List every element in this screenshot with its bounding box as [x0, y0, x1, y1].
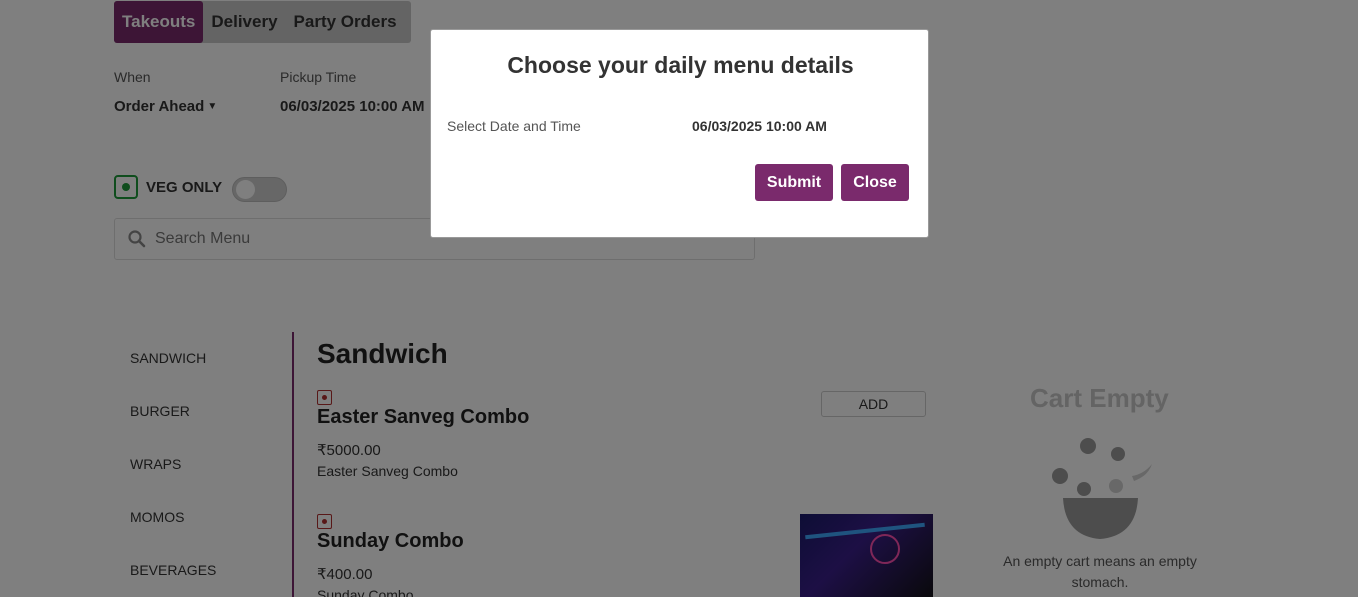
modal-title: Choose your daily menu details	[507, 52, 854, 78]
date-time-value[interactable]: 06/03/2025 10:00 AM	[692, 118, 827, 134]
close-button[interactable]: Close	[841, 164, 909, 201]
date-time-label: Select Date and Time	[447, 118, 581, 134]
submit-button[interactable]: Submit	[755, 164, 833, 201]
daily-menu-modal: Choose your daily menu details Select Da…	[430, 29, 929, 238]
